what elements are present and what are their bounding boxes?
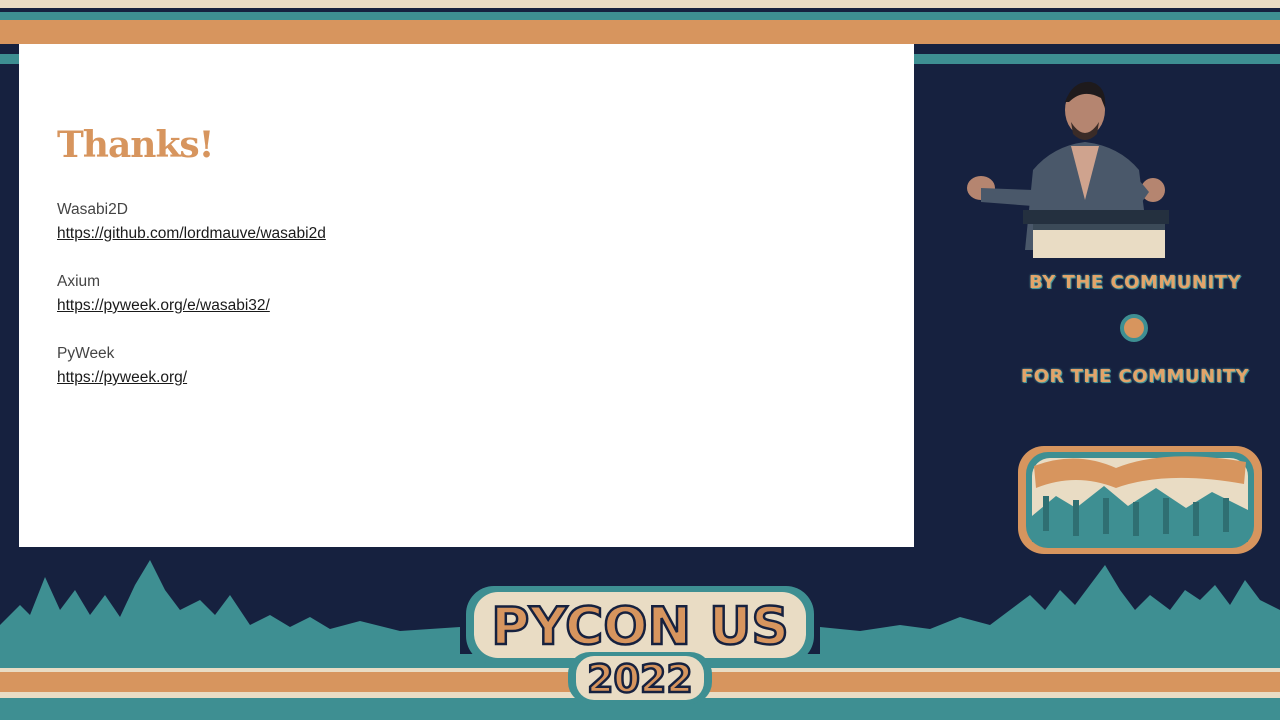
reference-entry-wasabi2d: Wasabi2D https://github.com/lordmauve/wa… bbox=[57, 198, 326, 246]
reference-name: Axium bbox=[57, 273, 101, 290]
reference-link[interactable]: https://pyweek.org/ bbox=[57, 366, 187, 390]
reference-entry-pyweek: PyWeek https://pyweek.org/ bbox=[57, 342, 187, 390]
pycon-us-2022-logo: PYCON US 2022 bbox=[466, 586, 814, 704]
reference-entry-axium: Axium https://pyweek.org/e/wasabi32/ bbox=[57, 270, 270, 318]
logo-year: 2022 bbox=[587, 657, 693, 701]
tagline-for-community: FOR THE COMMUNITY bbox=[1020, 366, 1250, 387]
logo-title: PYCON US bbox=[491, 597, 789, 657]
top-stripe-cream bbox=[0, 0, 1280, 8]
reference-name: Wasabi2D bbox=[57, 201, 128, 218]
reference-link[interactable]: https://pyweek.org/e/wasabi32/ bbox=[57, 294, 270, 318]
tagline-by-community: BY THE COMMUNITY bbox=[1029, 272, 1241, 293]
top-stripe-orange bbox=[0, 20, 1280, 44]
reference-link[interactable]: https://github.com/lordmauve/wasabi2d bbox=[57, 222, 326, 246]
speaker-video bbox=[963, 80, 1175, 258]
presentation-slide: Thanks! Wasabi2D https://github.com/lord… bbox=[19, 44, 914, 547]
slide-title: Thanks! bbox=[57, 124, 214, 166]
reference-name: PyWeek bbox=[57, 345, 115, 362]
separator-dot bbox=[1120, 314, 1148, 342]
top-stripe-teal bbox=[0, 12, 1280, 20]
mountain-badge-logo bbox=[1018, 446, 1262, 554]
